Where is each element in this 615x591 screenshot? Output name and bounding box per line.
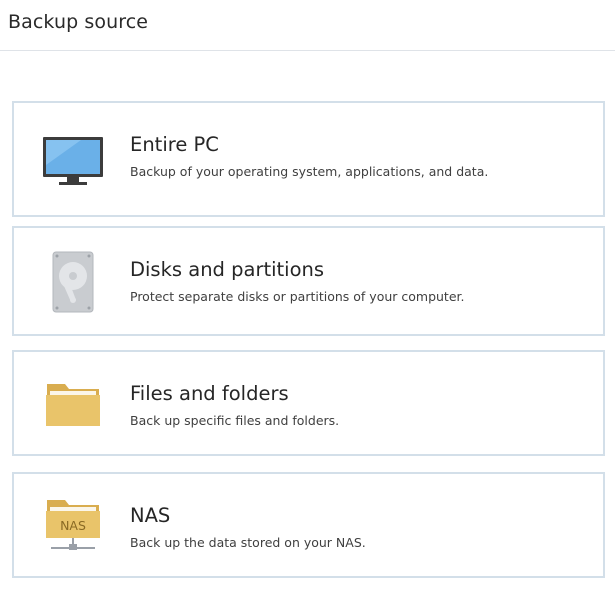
header-bar: Backup source bbox=[0, 0, 615, 51]
option-entire-pc[interactable]: Entire PC Backup of your operating syste… bbox=[12, 101, 605, 217]
option-title-nas: NAS bbox=[130, 504, 171, 527]
option-description-disks-and-partitions: Protect separate disks or partitions of … bbox=[130, 289, 465, 304]
option-title-files-and-folders: Files and folders bbox=[130, 382, 289, 405]
folder-icon bbox=[41, 380, 105, 440]
page-title: Backup source bbox=[8, 11, 149, 33]
option-description-nas: Back up the data stored on your NAS. bbox=[130, 535, 366, 550]
option-description-entire-pc: Backup of your operating system, applica… bbox=[130, 164, 489, 179]
option-description-files-and-folders: Back up specific files and folders. bbox=[130, 413, 340, 428]
hard-disk-icon bbox=[41, 250, 105, 313]
nas-icon-label: NAS bbox=[60, 518, 86, 533]
option-files-and-folders[interactable]: Files and folders Back up specific files… bbox=[12, 350, 605, 456]
monitor-icon bbox=[41, 135, 105, 195]
option-title-entire-pc: Entire PC bbox=[130, 133, 219, 156]
option-title-disks-and-partitions: Disks and partitions bbox=[130, 258, 325, 281]
option-nas[interactable]: NAS NAS Back up the data stored on your … bbox=[12, 472, 605, 578]
option-disks-and-partitions[interactable]: Disks and partitions Protect separate di… bbox=[12, 226, 605, 336]
